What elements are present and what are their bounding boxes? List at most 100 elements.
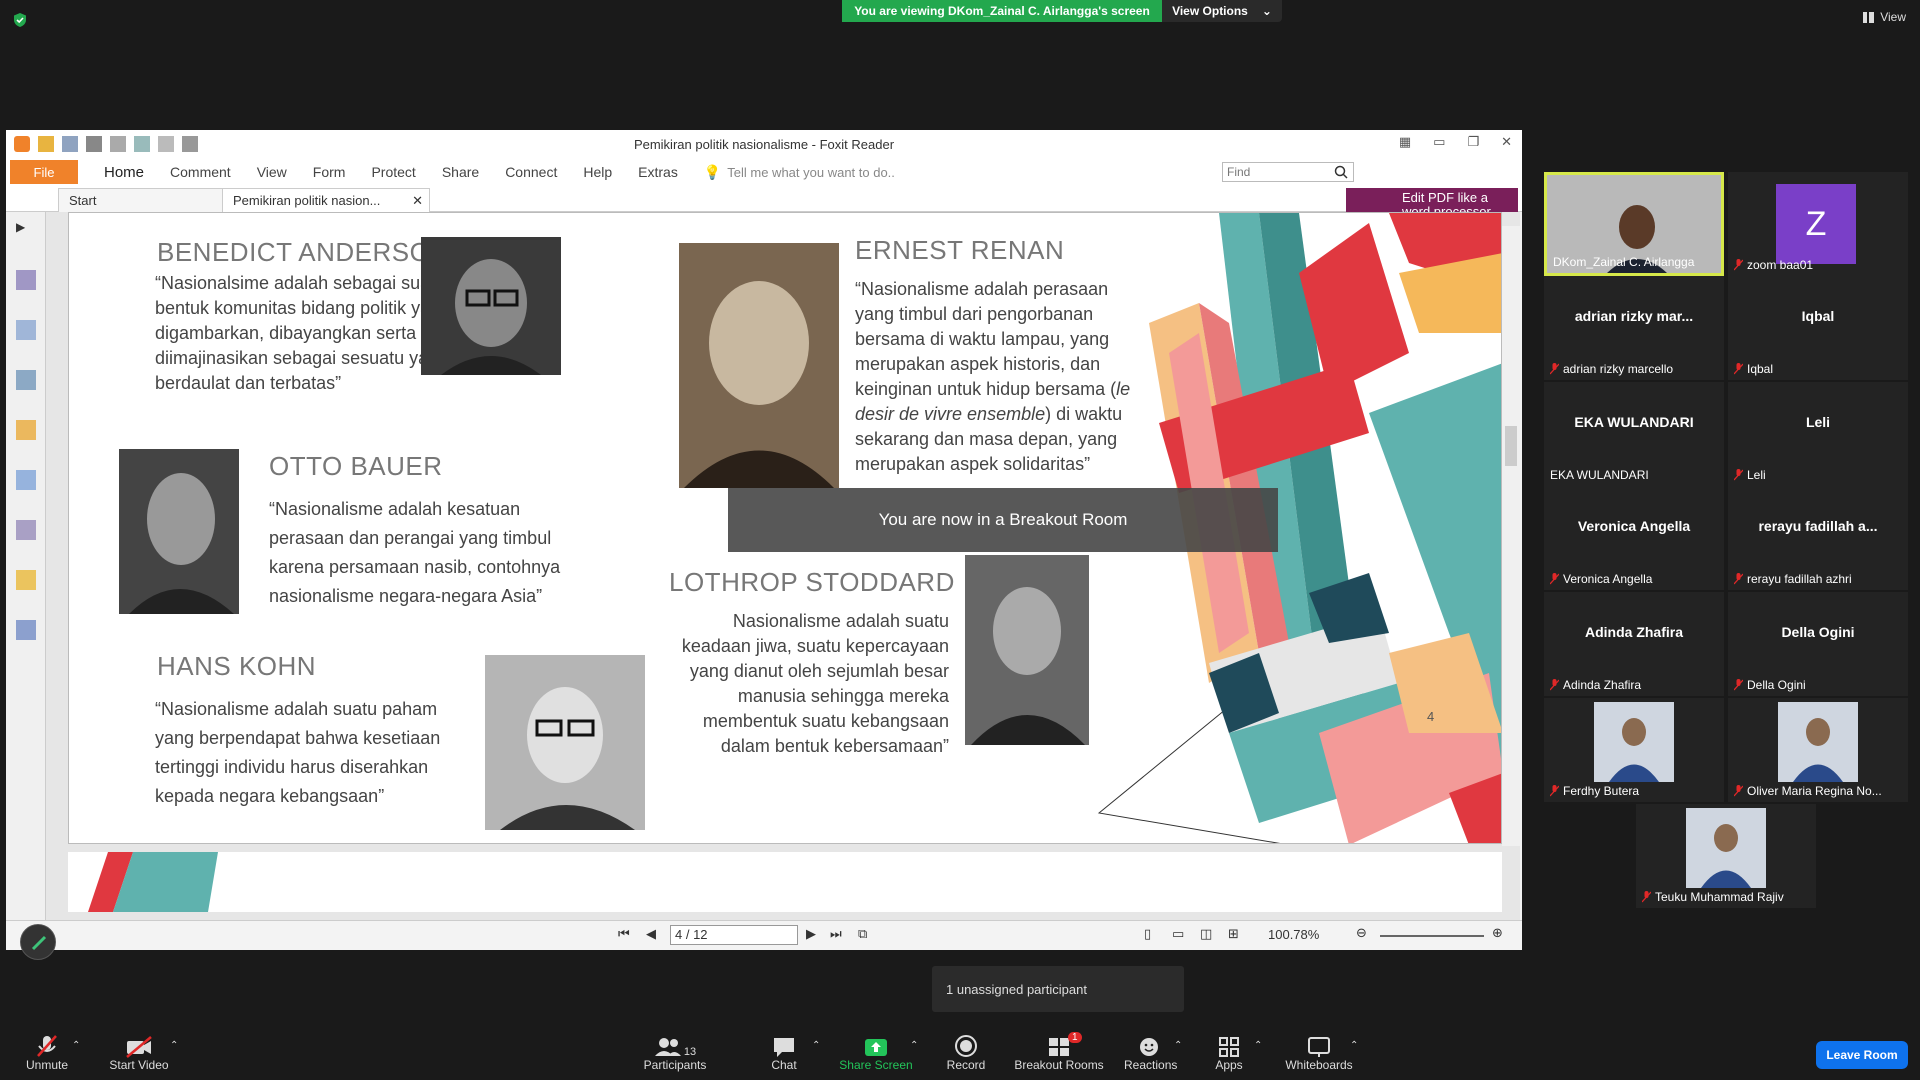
participant-tile[interactable]: Adinda Zhafira Adinda Zhafira <box>1544 592 1724 696</box>
document-view[interactable]: 4 BENEDICT ANDERSON “Nasionalsime adalah… <box>46 212 1520 930</box>
name-benedict-anderson: BENEDICT ANDERSON <box>157 237 450 267</box>
participant-tile[interactable]: Teuku Muhammad Rajiv <box>1636 804 1816 908</box>
menu-view[interactable]: View <box>257 164 287 180</box>
record-icon <box>955 1035 977 1057</box>
menu-connect[interactable]: Connect <box>505 164 557 180</box>
participant-tile[interactable]: Oliver Maria Regina No... <box>1728 698 1908 802</box>
tab-document[interactable]: Pemikiran politik nasion... ✕ <box>222 188 430 212</box>
leave-room-button[interactable]: Leave Room <box>1816 1041 1908 1069</box>
first-page-icon[interactable]: ⏮ <box>618 926 630 942</box>
shield-check-icon[interactable] <box>12 12 28 28</box>
tools-icon[interactable] <box>16 620 36 640</box>
expand-panel-icon[interactable]: ▶ <box>16 220 36 240</box>
tab-document-label: Pemikiran politik nasion... <box>233 193 381 208</box>
pages-icon[interactable] <box>16 320 36 340</box>
search-icon[interactable] <box>1334 165 1348 179</box>
participant-tile[interactable]: Leli Leli <box>1728 382 1908 486</box>
view-options-button[interactable]: View Options ⌄ <box>1162 0 1282 22</box>
record-button[interactable]: Record <box>944 1032 988 1072</box>
view-button[interactable]: View <box>1863 10 1906 24</box>
participant-photo <box>1594 702 1674 782</box>
page-number-field[interactable]: 4 / 12 <box>670 925 798 945</box>
pdf-page-next <box>68 852 1502 912</box>
menu-share[interactable]: Share <box>442 164 479 180</box>
bookmark-icon[interactable] <box>16 270 36 290</box>
zoom-out-icon[interactable]: ⊖ <box>1356 925 1367 941</box>
participant-tile[interactable]: Veronica Angella Veronica Angella <box>1544 486 1724 590</box>
chat-options-chevron-icon[interactable]: ⌃ <box>812 1040 820 1051</box>
tell-me-input[interactable]: Tell me what you want to do.. <box>727 165 895 180</box>
menu-home[interactable]: Home <box>104 164 144 181</box>
unmute-button[interactable]: Unmute <box>20 1032 74 1072</box>
scrollbar-thumb[interactable] <box>1505 426 1517 466</box>
attachment-icon[interactable] <box>16 470 36 490</box>
single-page-icon[interactable]: ▯ <box>1144 926 1151 942</box>
close-tab-icon[interactable]: ✕ <box>412 193 423 209</box>
whiteboards-button[interactable]: Whiteboards <box>1284 1032 1354 1072</box>
participant-tile[interactable]: adrian rizky mar... adrian rizky marcello <box>1544 276 1724 380</box>
facing-page-icon[interactable]: ◫ <box>1200 926 1212 942</box>
zoom-level[interactable]: 100.78% <box>1268 927 1319 942</box>
signature-icon[interactable] <box>16 520 36 540</box>
comments-icon[interactable] <box>16 420 36 440</box>
menu-extras[interactable]: Extras <box>638 164 678 180</box>
menu-file[interactable]: File <box>10 160 78 184</box>
quote-lothrop-stoddard: Nasionalisme adalah suatu keadaan jiwa, … <box>681 611 949 756</box>
participant-name: zoom baa01 <box>1747 258 1814 272</box>
participant-tile[interactable]: EKA WULANDARI EKA WULANDARI <box>1544 382 1724 486</box>
menu-comment[interactable]: Comment <box>170 164 231 180</box>
participant-tile[interactable]: Della Ogini Della Ogini <box>1728 592 1908 696</box>
menu-form[interactable]: Form <box>313 164 346 180</box>
reactions-button[interactable]: Reactions <box>1124 1032 1177 1072</box>
participant-label: rerayu fadillah azhri <box>1734 572 1852 586</box>
annotate-pencil-button[interactable] <box>20 924 56 960</box>
vertical-scrollbar[interactable] <box>1502 226 1520 846</box>
breakout-rooms-button[interactable]: 1 Breakout Rooms <box>1014 1032 1104 1072</box>
tab-start[interactable]: Start <box>58 188 226 212</box>
participant-name-large: Veronica Angella <box>1577 518 1691 534</box>
whiteboards-chevron-icon[interactable]: ⌃ <box>1350 1040 1358 1051</box>
restore-icon[interactable]: ❐ <box>1467 134 1479 150</box>
menu-help[interactable]: Help <box>583 164 612 180</box>
layers-icon[interactable] <box>16 370 36 390</box>
viewing-banner: You are viewing DKom_Zainal C. Airlangga… <box>842 0 1162 22</box>
ribbon-display-icon[interactable]: ▦ <box>1399 134 1411 150</box>
participants-button[interactable]: 13 Participants <box>640 1032 710 1072</box>
next-page-icon[interactable]: ▶ <box>806 926 816 942</box>
participant-label: EKA WULANDARI <box>1550 468 1649 482</box>
portrait-placeholder <box>441 259 541 375</box>
zoom-in-icon[interactable]: ⊕ <box>1492 925 1503 941</box>
apps-chevron-icon[interactable]: ⌃ <box>1254 1040 1262 1051</box>
participant-tile[interactable]: Iqbal Iqbal <box>1728 276 1908 380</box>
page-layout-icon[interactable]: ⧉ <box>858 926 867 942</box>
last-page-icon[interactable]: ⏭ <box>830 926 842 942</box>
participant-tile[interactable]: DKom_Zainal C. Airlangga <box>1544 172 1724 276</box>
start-video-button[interactable]: Start Video <box>104 1032 174 1072</box>
menu-protect[interactable]: Protect <box>371 164 415 180</box>
participant-tile[interactable]: Zzoom baa01 <box>1728 172 1908 276</box>
microphone-muted-icon <box>1642 891 1651 903</box>
apps-button[interactable]: Apps <box>1214 1032 1244 1072</box>
foxit-statusbar: ⏮ ◀ 4 / 12 ▶ ⏭ ⧉ ▯ ▭ ◫ ⊞ 100.78% ⊖ ⊕ <box>6 920 1522 950</box>
participant-name: EKA WULANDARI <box>1550 468 1649 482</box>
close-icon[interactable]: ✕ <box>1501 134 1512 150</box>
zoom-slider[interactable] <box>1380 935 1484 937</box>
participant-tile[interactable]: rerayu fadillah a... rerayu fadillah azhr… <box>1728 486 1908 590</box>
window-controls: ▦ ▭ ❐ ✕ <box>1399 134 1512 150</box>
split-view-icon[interactable]: ⊞ <box>1228 926 1239 942</box>
lock-icon[interactable] <box>16 570 36 590</box>
audio-options-chevron-icon[interactable]: ⌃ <box>72 1040 80 1051</box>
participant-label: Della Ogini <box>1734 678 1806 692</box>
chat-button[interactable]: Chat <box>766 1032 802 1072</box>
prev-page-icon[interactable]: ◀ <box>646 926 656 942</box>
breakout-room-toast: You are now in a Breakout Room <box>728 488 1278 552</box>
share-options-chevron-icon[interactable]: ⌃ <box>910 1040 918 1051</box>
share-screen-button[interactable]: Share Screen <box>838 1032 914 1072</box>
microphone-muted-icon <box>1550 679 1559 691</box>
video-options-chevron-icon[interactable]: ⌃ <box>170 1040 178 1051</box>
quote-ernest-renan-a: “Nasionalisme adalah perasaan yang timbu… <box>855 279 1117 399</box>
participant-tile[interactable]: Ferdhy Butera <box>1544 698 1724 802</box>
minimize-icon[interactable]: ▭ <box>1433 134 1445 150</box>
reactions-chevron-icon[interactable]: ⌃ <box>1174 1040 1182 1051</box>
continuous-page-icon[interactable]: ▭ <box>1172 926 1184 942</box>
